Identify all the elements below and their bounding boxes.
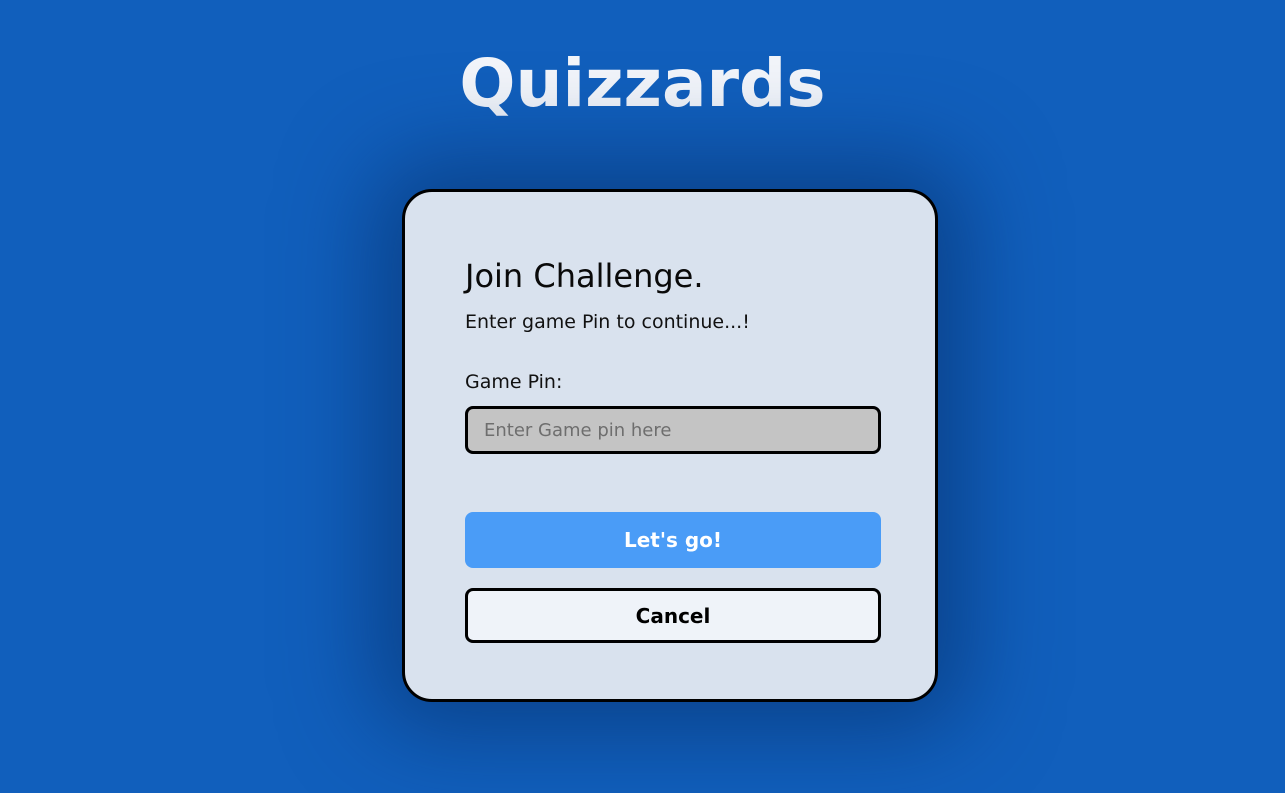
lets-go-button[interactable]: Let's go! bbox=[465, 512, 881, 568]
app-title: Quizzards bbox=[459, 45, 826, 122]
game-pin-input[interactable] bbox=[465, 406, 881, 454]
game-pin-label: Game Pin: bbox=[465, 371, 563, 393]
card-subtitle: Enter game Pin to continue...! bbox=[465, 311, 750, 333]
join-challenge-card: Join Challenge. Enter game Pin to contin… bbox=[402, 189, 938, 702]
cancel-button[interactable]: Cancel bbox=[465, 588, 881, 643]
card-title: Join Challenge. bbox=[465, 257, 704, 295]
